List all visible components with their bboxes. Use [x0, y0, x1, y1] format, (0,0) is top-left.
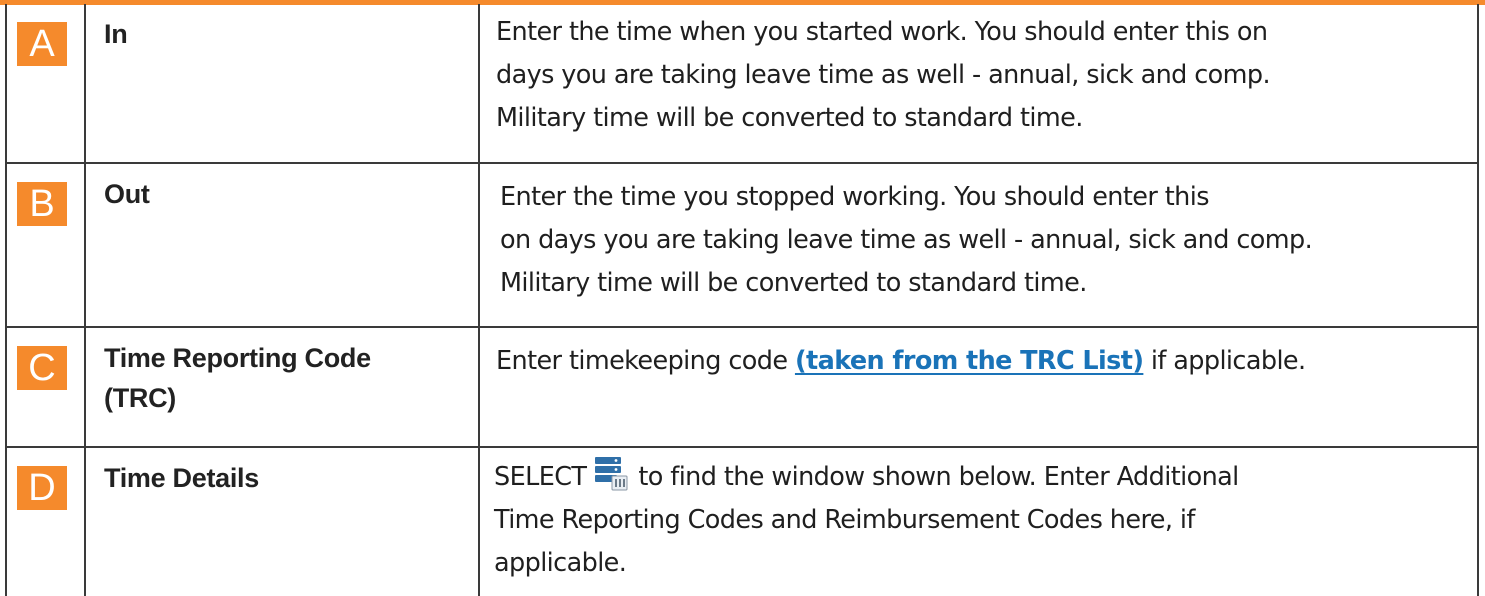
description-text: if applicable. — [1143, 346, 1306, 376]
description-line: on days you are taking leave time as wel… — [500, 225, 1313, 255]
description-line: days you are taking leave time as well -… — [496, 60, 1271, 90]
description-text: Enter timekeeping code — [496, 346, 795, 376]
table-row: A In Enter the time when you started wor… — [5, 4, 1479, 164]
row-letter-badge: B — [17, 182, 67, 226]
field-name-in: In — [104, 19, 128, 49]
description-text: SELECT — [494, 462, 587, 492]
field-description-in: Enter the time when you started work. Yo… — [480, 4, 1477, 140]
description-line: Enter the time you stopped working. You … — [500, 182, 1209, 212]
field-name-time-details: Time Details — [104, 463, 259, 493]
field-name-line: (TRC) — [104, 383, 176, 413]
field-name-line: Time Reporting Code — [104, 343, 371, 373]
table-row: B Out Enter the time you stopped working… — [5, 162, 1479, 328]
table-row: D Time Details SELECT to find the window… — [5, 446, 1479, 596]
description-line: Military time will be converted to stand… — [496, 103, 1083, 133]
row-letter-badge: D — [17, 466, 67, 510]
page: A In Enter the time when you started wor… — [0, 0, 1485, 596]
description-line: Military time will be converted to stand… — [500, 268, 1087, 298]
table-row: C Time Reporting Code (TRC) Enter timeke… — [5, 326, 1479, 448]
description-line: applicable. — [494, 548, 627, 578]
trc-list-link[interactable]: (taken from the TRC List) — [795, 346, 1144, 376]
timesheet-field-guide-table: A In Enter the time when you started wor… — [5, 4, 1479, 596]
field-description-out: Enter the time you stopped working. You … — [480, 164, 1477, 305]
description-text: to find the window shown below. Enter Ad… — [638, 462, 1239, 492]
row-letter-badge: A — [17, 22, 67, 66]
row-letter-badge: C — [17, 346, 67, 390]
field-name-out: Out — [104, 179, 150, 209]
field-name-trc: Time Reporting Code (TRC) — [86, 328, 478, 418]
field-description-trc: Enter timekeeping code (taken from the T… — [480, 328, 1477, 383]
description-line: Enter the time when you started work. Yo… — [496, 17, 1268, 47]
description-line: Time Reporting Codes and Reimbursement C… — [494, 505, 1195, 535]
field-description-time-details: SELECT to find the window shown below. E… — [480, 448, 1477, 585]
description-line: SELECT to find the window shown below. E… — [494, 455, 1471, 499]
time-details-icon — [595, 457, 628, 491]
